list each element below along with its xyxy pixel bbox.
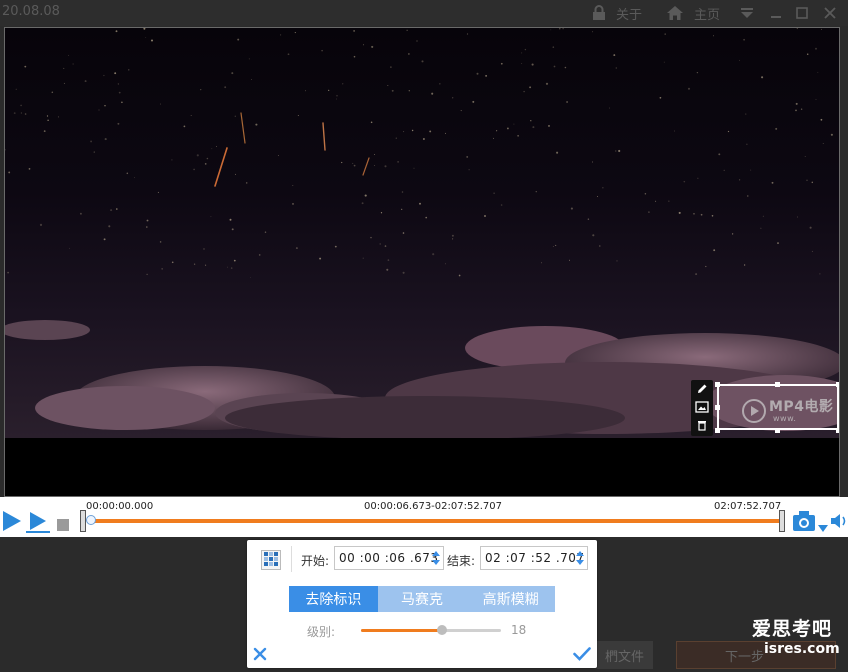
confirm-button[interactable] bbox=[573, 646, 591, 665]
checkmark-icon bbox=[573, 646, 591, 665]
minimize-icon bbox=[770, 7, 782, 19]
play-button[interactable] bbox=[2, 510, 22, 536]
volume-button[interactable] bbox=[830, 513, 848, 533]
mode-tabs: 去除标识 马赛克 高斯模糊 bbox=[289, 586, 556, 612]
start-time-label: 开始: bbox=[301, 554, 330, 568]
stop-icon bbox=[57, 516, 69, 535]
clouds bbox=[5, 320, 839, 438]
close-icon bbox=[253, 646, 267, 665]
playback-controls: 00:00:00.000 00:00:06.673-02:07:52.707 0… bbox=[0, 497, 848, 537]
timeline-start-time: 00:00:00.000 bbox=[86, 501, 154, 512]
level-slider-knob[interactable] bbox=[437, 625, 448, 635]
start-time-stepper[interactable] bbox=[431, 549, 441, 567]
watermark-edit-panel: 开始: 00 :00 :06 .673 结束: 02 :07 :52 .707 … bbox=[247, 540, 597, 668]
tab-mosaic[interactable]: 马赛克 bbox=[377, 586, 467, 612]
close-icon bbox=[824, 7, 836, 19]
end-time-stepper[interactable] bbox=[575, 549, 585, 567]
resize-handle[interactable] bbox=[775, 428, 780, 433]
resize-handle[interactable] bbox=[836, 428, 839, 433]
home-label: 主页 bbox=[694, 7, 721, 23]
play-circle-icon bbox=[741, 398, 767, 428]
end-time-value: 02 :07 :52 .707 bbox=[485, 551, 585, 565]
divider bbox=[291, 546, 292, 572]
trim-end-handle[interactable] bbox=[779, 510, 785, 532]
video-frame-image bbox=[5, 28, 839, 438]
chevron-down-icon bbox=[740, 7, 754, 19]
brand-site: isres.com bbox=[764, 641, 840, 657]
resize-handle[interactable] bbox=[715, 382, 720, 387]
stop-button[interactable] bbox=[57, 516, 69, 535]
start-time-value: 00 :00 :06 .673 bbox=[339, 551, 439, 565]
resize-handle[interactable] bbox=[836, 382, 839, 387]
lock-icon bbox=[592, 5, 606, 21]
image-watermark-button[interactable] bbox=[691, 398, 713, 416]
region-select-button[interactable] bbox=[261, 550, 281, 570]
about-label: 关于 bbox=[616, 7, 643, 23]
resize-handle[interactable] bbox=[715, 405, 720, 410]
start-time-input[interactable]: 00 :00 :06 .673 bbox=[334, 546, 444, 570]
open-file-button[interactable]: 椚文件 bbox=[597, 641, 653, 669]
watermark-text: MP4电影 bbox=[769, 399, 834, 415]
home-icon bbox=[666, 5, 684, 21]
level-slider-row: 级别: 18 bbox=[307, 620, 567, 640]
mosaic-icon bbox=[264, 551, 278, 570]
play-segment-icon bbox=[26, 512, 50, 538]
trim-start-handle[interactable] bbox=[80, 510, 86, 532]
timeline-end-time: 02:07:52.707 bbox=[714, 501, 782, 512]
pencil-icon bbox=[696, 380, 708, 399]
title-bar: 20.08.08 关于 主页 bbox=[0, 0, 848, 26]
watermark-subtext: www. bbox=[773, 414, 797, 423]
night-sky-stars bbox=[5, 28, 833, 279]
snapshot-options-button[interactable] bbox=[818, 518, 828, 537]
video-preview[interactable]: MP4电影 www. bbox=[4, 27, 840, 497]
resize-handle[interactable] bbox=[775, 382, 780, 387]
menu-dropdown-button[interactable] bbox=[740, 3, 754, 23]
open-file-label: 椚文件 bbox=[605, 649, 645, 665]
tab-gaussian-blur[interactable]: 高斯模糊 bbox=[466, 586, 556, 612]
maximize-icon bbox=[796, 7, 808, 19]
end-time-label: 结束: bbox=[447, 554, 476, 568]
image-icon bbox=[695, 398, 709, 417]
site-brand-watermark: 爱思考吧 isres.com bbox=[752, 614, 840, 657]
tab-remove-logo[interactable]: 去除标识 bbox=[289, 586, 378, 612]
edit-watermark-button[interactable] bbox=[691, 380, 713, 398]
about-button[interactable]: 关于 bbox=[592, 3, 642, 23]
caret-down-icon bbox=[818, 518, 828, 537]
end-time-input[interactable]: 02 :07 :52 .707 bbox=[480, 546, 588, 570]
trash-icon bbox=[696, 416, 708, 435]
play-icon bbox=[2, 511, 22, 536]
brand-name: 爱思考吧 bbox=[752, 618, 833, 640]
timeline-track[interactable] bbox=[90, 519, 782, 523]
camera-icon bbox=[792, 511, 816, 536]
level-value: 18 bbox=[511, 623, 527, 637]
close-window-button[interactable] bbox=[824, 3, 836, 23]
resize-handle[interactable] bbox=[715, 428, 720, 433]
level-label: 级别: bbox=[307, 625, 336, 639]
timeline-selected-range: 00:00:06.673-02:07:52.707 bbox=[364, 501, 502, 512]
level-slider-fill bbox=[361, 629, 443, 632]
snapshot-button[interactable] bbox=[792, 510, 816, 536]
watermark-tools bbox=[691, 380, 713, 436]
minimize-button[interactable] bbox=[770, 3, 782, 23]
cancel-button[interactable] bbox=[253, 646, 267, 665]
playhead[interactable] bbox=[86, 515, 96, 525]
window-title: 20.08.08 bbox=[2, 4, 60, 19]
delete-watermark-button[interactable] bbox=[691, 416, 713, 434]
play-segment-button[interactable] bbox=[26, 510, 50, 538]
speaker-icon bbox=[830, 514, 848, 533]
maximize-button[interactable] bbox=[796, 3, 808, 23]
home-button[interactable]: 主页 bbox=[666, 3, 720, 23]
